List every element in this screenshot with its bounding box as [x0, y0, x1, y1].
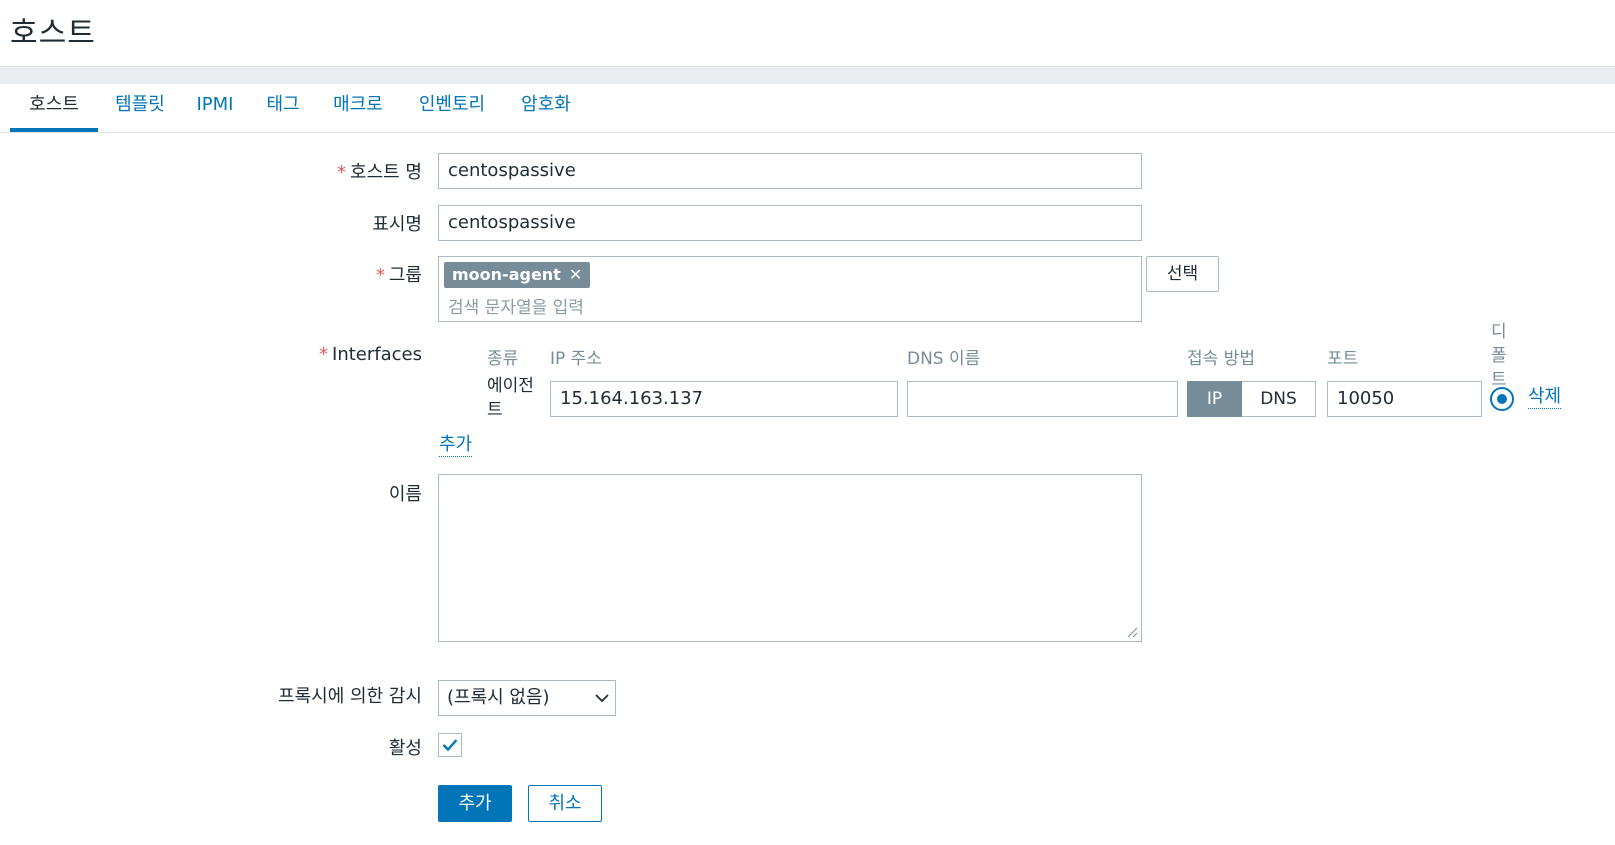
select-groups-button[interactable]: 선택	[1146, 256, 1219, 292]
col-dns: DNS 이름	[907, 349, 981, 369]
groups-search-placeholder[interactable]: 검색 문자열을 입력	[448, 293, 584, 318]
proxy-label: 프록시에 의한 감시	[278, 686, 422, 707]
form-panel: 호스트 템플릿 IPMI 태그 매크로 인벤토리 암호화 * 호스트 명 cent…	[0, 84, 1615, 845]
checkmark-icon	[442, 739, 458, 752]
interface-port-input[interactable]: 10050	[1327, 381, 1482, 417]
remove-tag-icon[interactable]: ✕	[569, 262, 582, 288]
tab-encryption[interactable]: 암호화	[515, 94, 577, 130]
chevron-down-icon	[595, 694, 609, 703]
default-interface-radio[interactable]	[1490, 387, 1514, 411]
radio-dot	[1497, 394, 1507, 404]
required-mark: *	[337, 162, 347, 183]
add-button[interactable]: 추가	[438, 785, 512, 822]
enabled-label: 활성	[388, 738, 422, 759]
host-name-input[interactable]: centospassive	[438, 153, 1142, 189]
host-name-label: * 호스트 명	[337, 162, 422, 183]
cancel-button[interactable]: 취소	[528, 785, 602, 822]
required-mark: *	[375, 265, 385, 286]
col-connect: 접속 방법	[1187, 349, 1255, 369]
tab-tags[interactable]: 태그	[263, 94, 303, 130]
resize-handle-icon[interactable]	[1126, 626, 1138, 638]
interface-dns-input[interactable]	[907, 381, 1178, 417]
groups-multiselect[interactable]: moon-agent ✕ 검색 문자열을 입력	[438, 256, 1142, 322]
tab-ipmi[interactable]: IPMI	[194, 94, 236, 130]
remove-interface-link[interactable]: 삭제	[1528, 386, 1562, 409]
connect-dns-toggle[interactable]: DNS	[1242, 381, 1316, 417]
tab-inventory[interactable]: 인벤토리	[412, 94, 492, 130]
interfaces-label: * Interfaces	[319, 344, 422, 365]
description-textarea[interactable]	[438, 474, 1142, 642]
col-type: 종류	[487, 349, 519, 369]
tab-templates[interactable]: 템플릿	[108, 94, 172, 130]
enabled-checkbox[interactable]	[438, 733, 462, 757]
col-port: 포트	[1327, 349, 1359, 369]
tab-macros[interactable]: 매크로	[328, 94, 388, 130]
tab-bar: 호스트 템플릿 IPMI 태그 매크로 인벤토리 암호화	[0, 84, 1615, 133]
visible-name-input[interactable]: centospassive	[438, 205, 1142, 241]
groups-label: * 그룹	[375, 265, 422, 286]
required-mark: *	[319, 344, 329, 365]
interface-type: 에이전 트	[487, 376, 534, 420]
col-default: 디 폴 트	[1491, 322, 1507, 390]
description-label: 이름	[388, 484, 422, 505]
proxy-select[interactable]: (프록시 없음)	[438, 680, 616, 716]
visible-name-label: 표시명	[372, 214, 422, 235]
page-title: 호스트	[10, 16, 96, 51]
group-tag: moon-agent ✕	[444, 262, 591, 288]
add-interface-link[interactable]: 추가	[439, 434, 473, 457]
page-header: 호스트	[0, 0, 1615, 67]
col-ip: IP 주소	[550, 349, 602, 369]
connect-ip-toggle[interactable]: IP	[1187, 381, 1242, 417]
tab-host[interactable]: 호스트	[10, 94, 98, 130]
interface-ip-input[interactable]: 15.164.163.137	[550, 381, 898, 417]
active-tab-indicator	[10, 128, 98, 132]
